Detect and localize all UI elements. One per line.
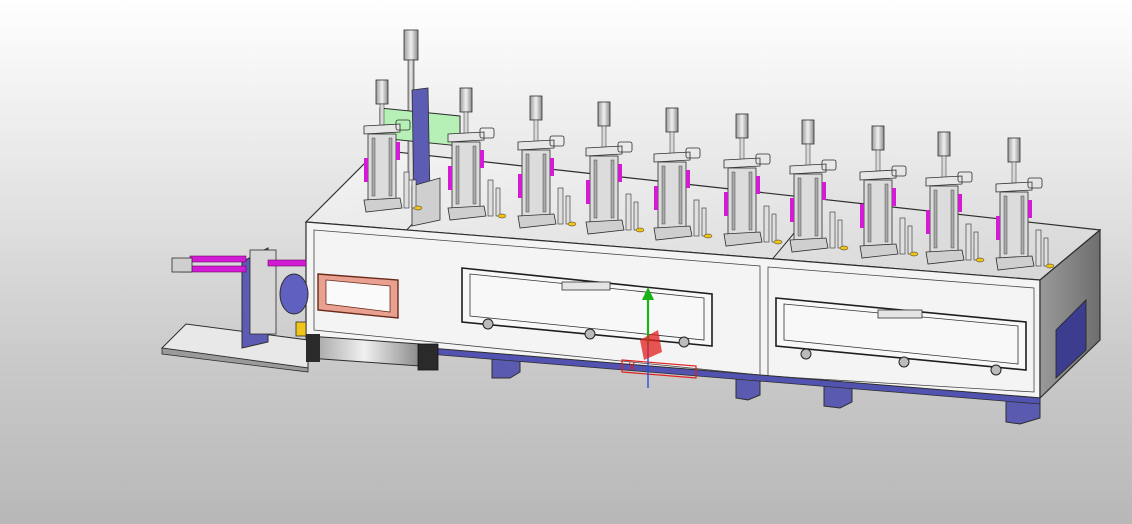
press-station[interactable] — [995, 137, 1055, 271]
press-station[interactable] — [517, 95, 577, 229]
machine-assembly-model[interactable]: X — [0, 0, 1132, 524]
door-handle — [877, 309, 923, 319]
press-station[interactable] — [789, 119, 849, 253]
press-station[interactable] — [859, 125, 919, 259]
x-axis-label: X — [628, 361, 636, 373]
door-handle — [561, 281, 611, 291]
press-station[interactable] — [653, 107, 713, 241]
press-station[interactable] — [925, 131, 985, 265]
inspection-window[interactable] — [317, 273, 399, 319]
yellow-valve — [295, 321, 307, 337]
cad-viewport[interactable]: X — [0, 0, 1132, 524]
press-station[interactable] — [447, 87, 507, 221]
press-station[interactable] — [585, 101, 645, 235]
press-station[interactable] — [723, 113, 783, 247]
